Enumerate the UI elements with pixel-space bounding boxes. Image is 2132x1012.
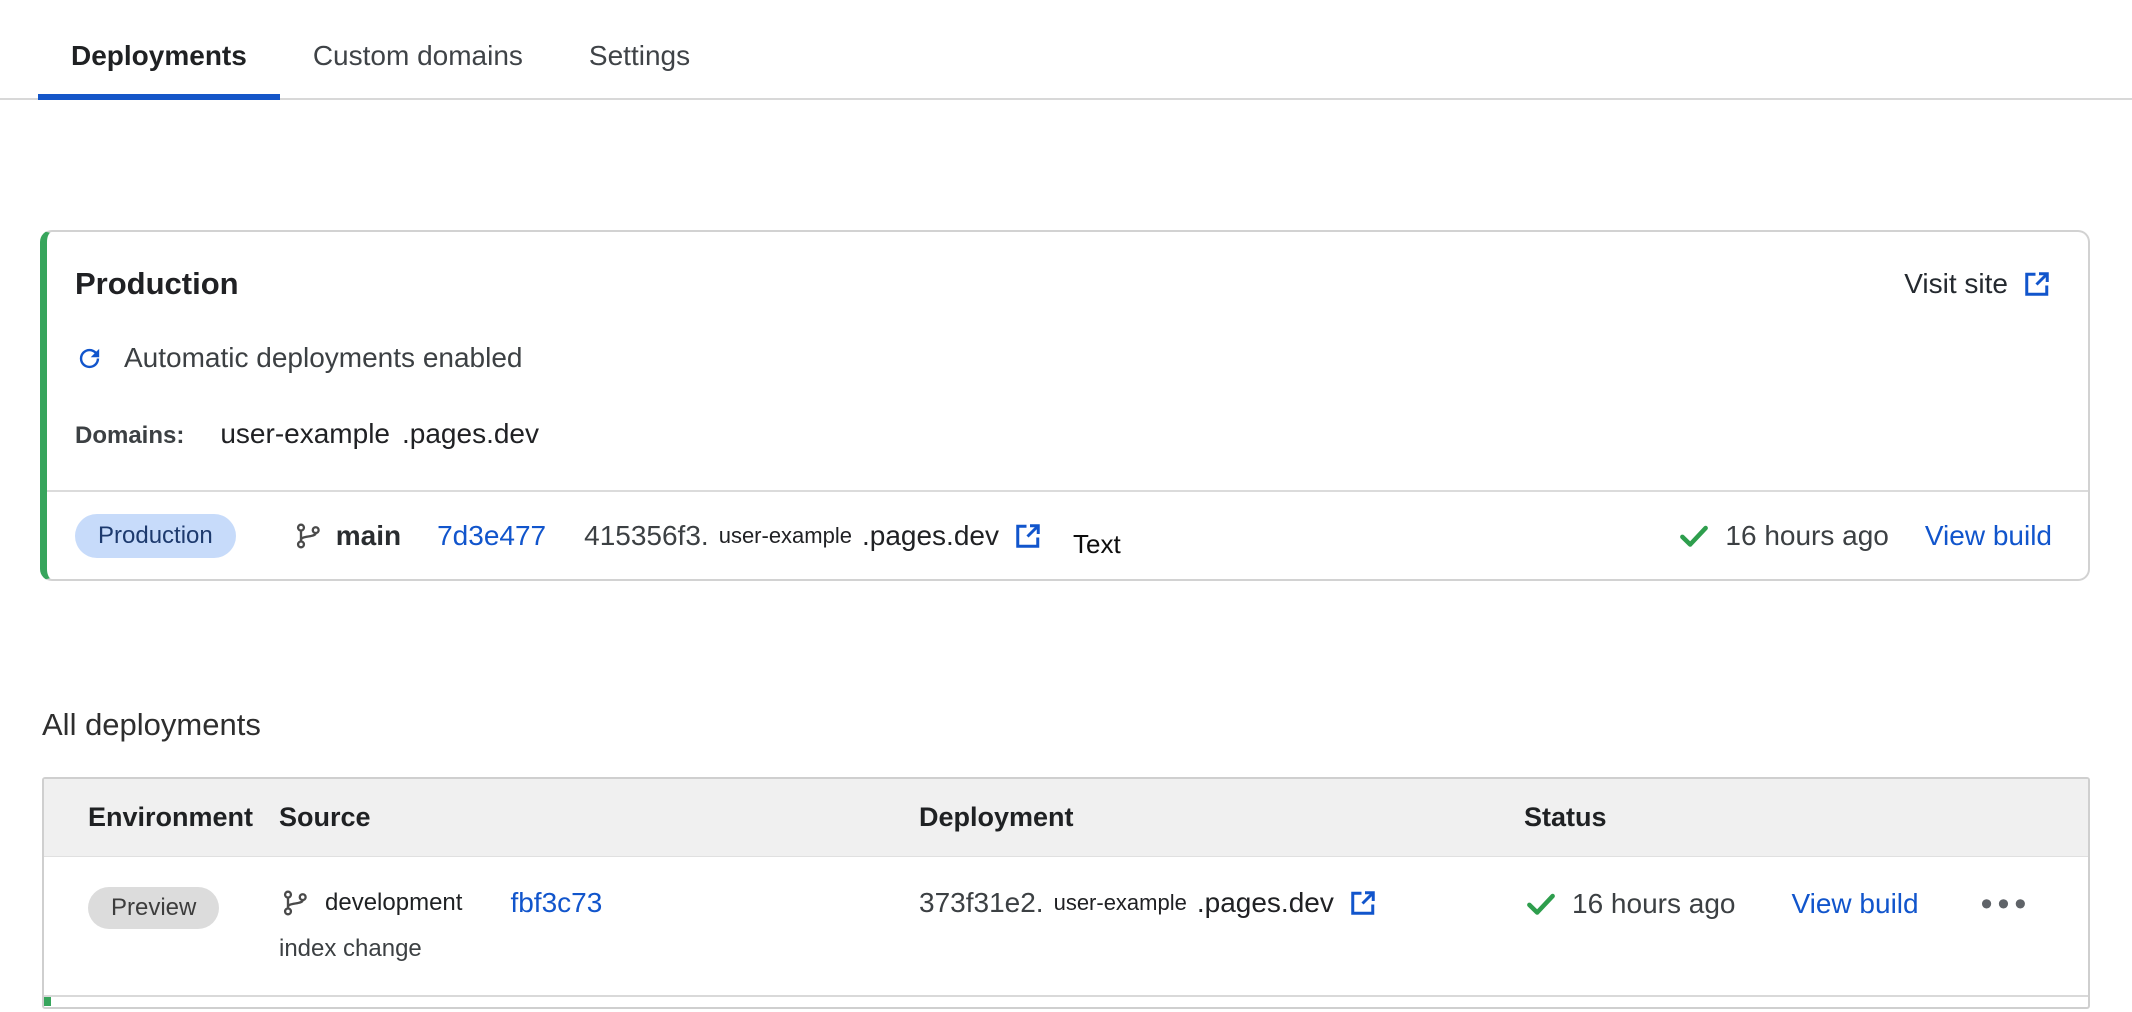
next-row-stub [44, 997, 2088, 1006]
column-header-status: Status [1524, 802, 2088, 833]
deployment-suffix: .pages.dev [862, 520, 999, 552]
tab-deployments[interactable]: Deployments [38, 0, 280, 98]
check-icon [1524, 887, 1558, 921]
commit-link[interactable]: 7d3e477 [437, 520, 546, 552]
visit-site-link[interactable]: Visit site [1904, 268, 2052, 300]
deployment-suffix: .pages.dev [1197, 887, 1334, 919]
table-header-row: Environment Source Deployment Status [44, 779, 2088, 857]
domain-subdomain: user-example [220, 418, 390, 450]
note-text: Text [1073, 529, 1121, 560]
tab-settings[interactable]: Settings [556, 0, 723, 98]
production-card-title: Production [75, 266, 239, 302]
column-header-environment: Environment [44, 802, 279, 833]
tab-label: Custom domains [313, 40, 523, 72]
deployment-id: 373f31e2. [919, 887, 1044, 919]
table-row: Preview development fbf3c73 index change [44, 857, 2088, 995]
tab-label: Deployments [71, 40, 247, 72]
branch-name: main [336, 520, 401, 552]
kebab-horizontal-icon[interactable]: ••• [1981, 887, 2032, 921]
refresh-icon [75, 344, 104, 373]
branch-name: development [325, 889, 462, 917]
column-header-deployment: Deployment [919, 802, 1524, 833]
git-branch-icon [294, 522, 322, 550]
deployments-table: Environment Source Deployment Status Pre… [42, 777, 2090, 1009]
production-card: Production Visit site Automatic deploym [40, 230, 2090, 581]
visit-site-label: Visit site [1904, 268, 2008, 300]
tab-custom-domains[interactable]: Custom domains [280, 0, 556, 98]
view-build-link[interactable]: View build [1791, 888, 1918, 920]
domains-label: Domains: [75, 422, 184, 450]
deployment-subdomain: user-example [719, 523, 852, 549]
deployment-subdomain: user-example [1054, 890, 1187, 916]
environment-badge: Production [75, 514, 236, 558]
deployment-id: 415356f3. [584, 520, 709, 552]
external-link-icon[interactable] [1348, 888, 1378, 918]
tab-label: Settings [589, 40, 690, 72]
deployment-time: 16 hours ago [1725, 520, 1888, 552]
commit-message: index change [279, 935, 919, 963]
tab-bar: Deployments Custom domains Settings [0, 0, 2132, 100]
external-link-icon[interactable] [1013, 521, 1043, 551]
production-deployment-row: Production main 7d3e477 415356f3. user-e… [47, 492, 2088, 579]
auto-deployments-text: Automatic deployments enabled [124, 342, 522, 374]
column-header-source: Source [279, 802, 919, 833]
external-link-icon [2022, 269, 2052, 299]
domain-suffix: .pages.dev [402, 418, 539, 450]
check-icon [1677, 519, 1711, 553]
commit-link[interactable]: fbf3c73 [510, 887, 602, 919]
deployment-time: 16 hours ago [1572, 888, 1735, 920]
environment-badge: Preview [88, 887, 219, 929]
view-build-link[interactable]: View build [1925, 520, 2052, 552]
all-deployments-title: All deployments [42, 707, 2132, 743]
git-branch-icon [281, 889, 309, 917]
